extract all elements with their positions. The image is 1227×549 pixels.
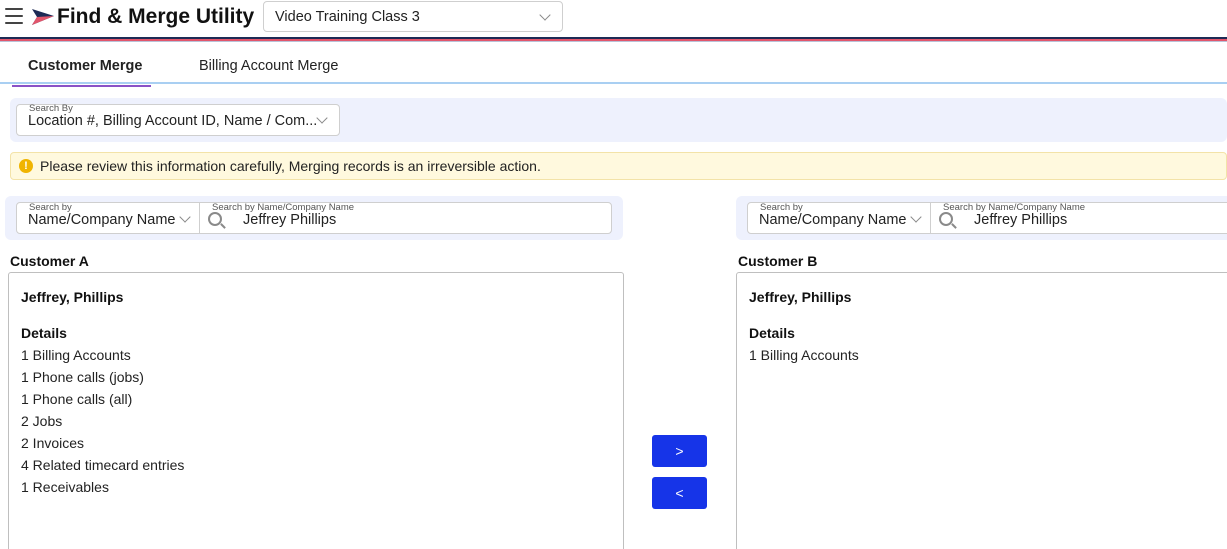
search-by-select[interactable]: Search By Location #, Billing Account ID…: [16, 103, 340, 136]
left-search-band: Search by Name/Company Name Search by Na…: [5, 196, 623, 240]
logo-icon: [32, 9, 54, 25]
list-item: 1 Billing Accounts: [21, 347, 131, 363]
right-search-mode-select[interactable]: Search by Name/Company Name: [747, 202, 931, 234]
left-search-input[interactable]: Search by Name/Company Name Jeffrey Phil…: [199, 202, 612, 234]
list-item: 4 Related timecard entries: [21, 457, 185, 473]
right-search-band: Search by Name/Company Name Search by Na…: [736, 196, 1227, 240]
warning-icon: !: [19, 159, 33, 173]
header-stripe-light: [0, 41, 1227, 42]
list-item: 1 Phone calls (jobs): [21, 369, 144, 385]
left-search-mode-value: Name/Company Name: [28, 212, 176, 228]
menu-icon[interactable]: [5, 8, 23, 24]
database-select[interactable]: Video Training Class 3: [263, 1, 563, 32]
customer-a-details-list: 1 Billing Accounts 1 Phone calls (jobs) …: [21, 347, 184, 501]
list-item: 1 Receivables: [21, 479, 109, 495]
list-item: 2 Invoices: [21, 435, 85, 451]
left-search-mode-select[interactable]: Search by Name/Company Name: [16, 202, 200, 234]
database-select-value: Video Training Class 3: [275, 9, 420, 25]
list-item: 2 Jobs: [21, 413, 63, 429]
tabs-divider: [0, 82, 1227, 84]
top-bar: Find & Merge Utility Video Training Clas…: [0, 0, 1227, 36]
customer-b-card: Jeffrey, Phillips Details 1 Billing Acco…: [736, 272, 1227, 549]
customer-b-heading: Customer B: [738, 253, 818, 269]
warning-text: Please review this information carefully…: [40, 158, 541, 174]
app-title: Find & Merge Utility: [57, 5, 255, 28]
customer-b-details-heading: Details: [749, 325, 795, 341]
chevron-down-icon: [539, 9, 551, 21]
customer-b-details-list: 1 Billing Accounts: [749, 347, 859, 369]
customer-a-name: Jeffrey, Phillips: [21, 289, 124, 305]
customer-b-name: Jeffrey, Phillips: [749, 289, 852, 305]
right-search-mode-value: Name/Company Name: [759, 212, 907, 228]
chevron-down-icon: [179, 211, 191, 223]
list-item: 1 Phone calls (all): [21, 391, 133, 407]
search-icon: [208, 212, 222, 226]
merge-b-into-a-button[interactable]: <: [652, 477, 707, 509]
right-search-query-value: Jeffrey Phillips: [974, 212, 1068, 228]
customer-a-details-heading: Details: [21, 325, 67, 341]
chevron-down-icon: [316, 112, 328, 124]
right-search-input[interactable]: Search by Name/Company Name Jeffrey Phil…: [930, 202, 1227, 234]
customer-a-heading: Customer A: [10, 253, 89, 269]
list-item: 1 Billing Accounts: [749, 347, 859, 363]
tab-billing-account-merge[interactable]: Billing Account Merge: [199, 58, 338, 74]
merge-a-into-b-button[interactable]: >: [652, 435, 707, 467]
left-search-query-value: Jeffrey Phillips: [243, 212, 337, 228]
tab-customer-merge[interactable]: Customer Merge: [28, 58, 142, 74]
active-tab-indicator: [12, 85, 151, 87]
warning-banner: ! Please review this information careful…: [10, 152, 1227, 180]
search-icon: [939, 212, 953, 226]
chevron-down-icon: [910, 211, 922, 223]
search-by-band: Search By Location #, Billing Account ID…: [10, 98, 1227, 142]
tab-bar: Customer Merge Billing Account Merge: [0, 52, 1227, 87]
customer-a-card: Jeffrey, Phillips Details 1 Billing Acco…: [8, 272, 624, 549]
search-by-value: Location #, Billing Account ID, Name / C…: [28, 113, 318, 129]
